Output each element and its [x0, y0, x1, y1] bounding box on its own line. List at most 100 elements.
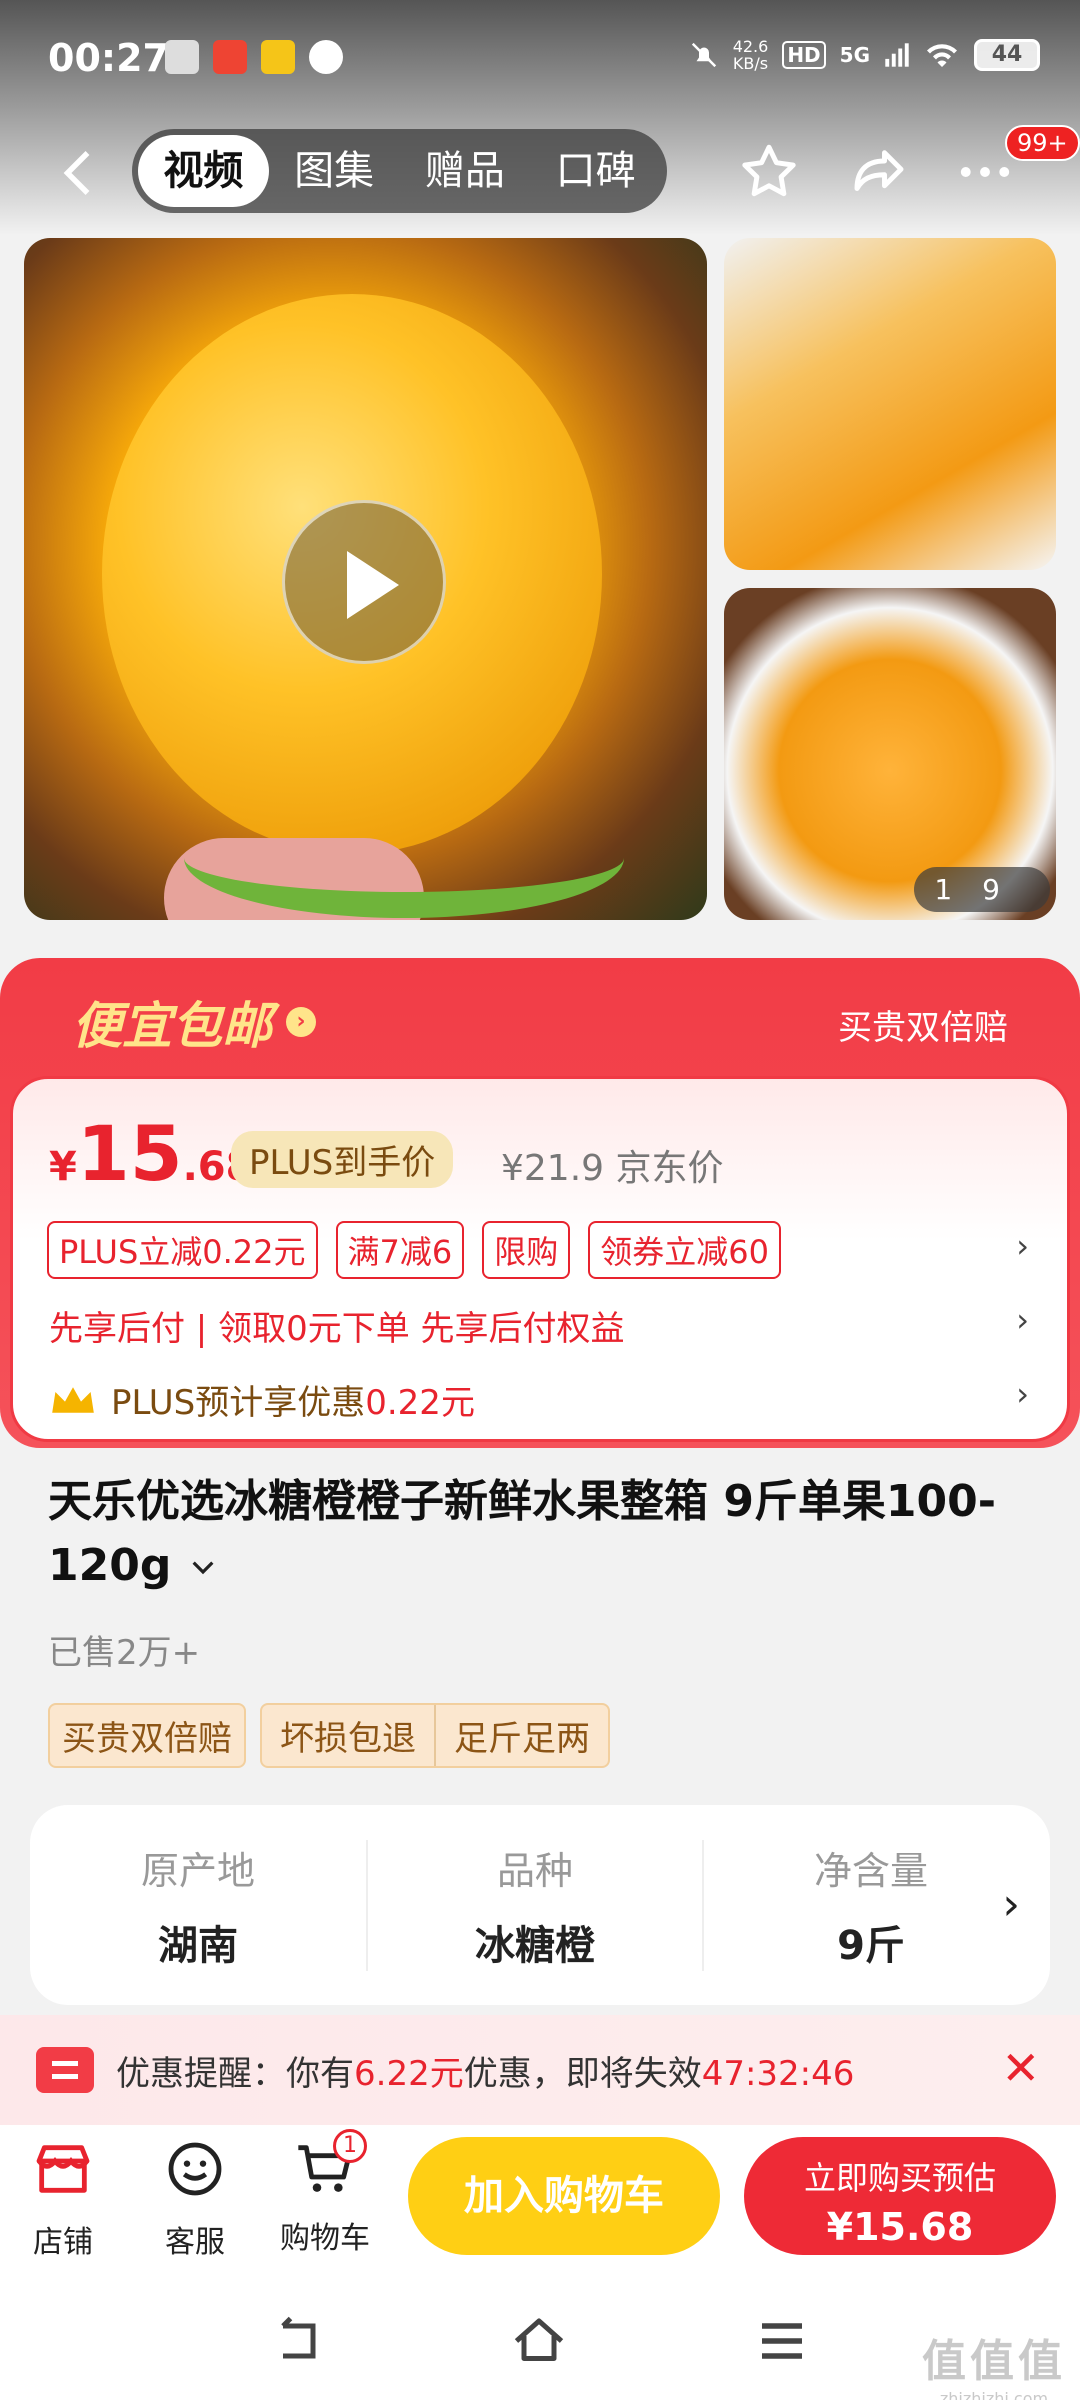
peel-image: [184, 798, 624, 918]
plus-save-label: PLUS预计享优惠: [111, 1383, 366, 1423]
service-tag: 坏损包退: [280, 1719, 416, 1759]
gallery-counter: 19: [914, 867, 1050, 912]
mute-bell-icon: [691, 42, 716, 68]
system-navigation-bar: 值值值 zhizhizhi.com: [0, 2285, 1080, 2400]
price-card: ¥ 15 .68 PLUS到手价 ¥21.9 京东价 PLUS立减0.22元 满…: [10, 1076, 1070, 1442]
main-video-thumbnail[interactable]: [24, 238, 707, 920]
buy-now-button[interactable]: 立即购买预估 ¥15.68: [744, 2137, 1056, 2255]
service-tag[interactable]: 买贵双倍赔: [48, 1703, 246, 1768]
watermark-main: 值值值: [922, 2336, 1066, 2387]
reminder-text: 优惠提醒：你有6.22元优惠，即将失效47:32:46: [116, 2046, 854, 2095]
add-to-cart-button[interactable]: 加入购物车: [408, 2137, 720, 2255]
status-bar: 00:27 42.6 KB/s HD 5G 44: [0, 0, 1080, 115]
chevron-right-icon[interactable]: ›: [1016, 1375, 1029, 1413]
watermark: 值值值 zhizhizhi.com: [922, 2325, 1066, 2400]
cart-button[interactable]: 1 购物车: [270, 2129, 380, 2257]
tab-reviews[interactable]: 口碑: [530, 135, 661, 207]
message-notification-icon: [309, 40, 343, 74]
tab-video[interactable]: 视频: [138, 135, 269, 207]
store-label: 店铺: [33, 2225, 93, 2260]
price-symbol: ¥: [49, 1144, 77, 1190]
spec-key: 品种: [496, 1848, 573, 1893]
spec-weight: 净含量 9斤: [702, 1839, 1038, 1971]
wifi-icon: [927, 44, 957, 67]
coupon-list[interactable]: PLUS立减0.22元 满7减6 限购 领券立减60: [47, 1221, 782, 1279]
product-title[interactable]: 天乐优选冰糖橙橙子新鲜水果整箱 9斤单果100-120g: [48, 1470, 1038, 1598]
spec-variety: 品种 冰糖橙: [366, 1839, 702, 1971]
spec-card[interactable]: 原产地 湖南 品种 冰糖橙 净含量 9斤 ›: [30, 1805, 1050, 2005]
gallery-counter-current: 1: [934, 873, 983, 906]
share-icon[interactable]: [846, 139, 912, 205]
status-time: 00:27: [48, 36, 169, 80]
coupon-item[interactable]: 限购: [482, 1221, 571, 1279]
crown-icon: [52, 1386, 94, 1413]
chevron-right-icon[interactable]: ›: [1016, 1301, 1029, 1339]
top-nav: 视频 图集 赠品 口碑 99+: [0, 125, 1080, 215]
system-back-icon[interactable]: [268, 2311, 328, 2371]
battery-indicator: 44: [974, 39, 1040, 71]
coupon-item[interactable]: 领券立减60: [588, 1221, 782, 1279]
spec-value: 冰糖橙: [475, 1922, 595, 1969]
back-arrow-icon[interactable]: [50, 143, 110, 203]
promo-section: 便宜包邮 › 买贵双倍赔 ¥ 15 .68 PLUS到手价 ¥21.9 京东价 …: [0, 958, 1080, 1448]
spec-key: 原产地: [140, 1848, 255, 1893]
spec-value: 湖南: [158, 1922, 238, 1969]
reminder-amount: 6.22元: [354, 2053, 464, 2094]
price-guarantee-label[interactable]: 买贵双倍赔: [838, 1000, 1008, 1049]
pay-later-row[interactable]: 先享后付 | 领取0元下单 先享后付权益: [49, 1301, 625, 1350]
plus-save-row[interactable]: PLUS预计享优惠0.22元: [49, 1375, 475, 1424]
watermark-sub: zhizhizhi.com: [939, 2389, 1049, 2400]
gallery-thumbnail-2[interactable]: 19: [724, 588, 1056, 920]
discount-reminder-bar[interactable]: 优惠提醒：你有6.22元优惠，即将失效47:32:46 ✕: [0, 2015, 1080, 2125]
app-notification-icon: [261, 40, 295, 74]
customer-service-button[interactable]: 客服: [140, 2137, 250, 2261]
coupon-item[interactable]: 满7减6: [335, 1221, 465, 1279]
sold-count: 已售2万+: [48, 1633, 201, 1673]
tab-gift[interactable]: 赠品: [400, 135, 531, 207]
close-icon[interactable]: ✕: [1001, 2041, 1040, 2095]
plus-save-amount: 0.22元: [365, 1383, 475, 1423]
system-home-icon[interactable]: [508, 2311, 570, 2371]
promo-title-text: 便宜包邮: [72, 997, 272, 1055]
chevron-right-icon[interactable]: ›: [1016, 1227, 1029, 1265]
cart-label: 购物车: [280, 2221, 370, 2256]
hd-icon: HD: [782, 41, 826, 69]
chevron-right-icon: ›: [286, 1007, 316, 1037]
jd-app-notification-icon: [213, 40, 247, 74]
gallery-counter-total: 9: [982, 873, 1030, 906]
jd-price: ¥21.9 京东价: [501, 1148, 724, 1189]
service-tags[interactable]: 买贵双倍赔 坏损包退 足斤足两: [48, 1703, 610, 1768]
media-tabs: 视频 图集 赠品 口碑: [132, 129, 667, 213]
network-type: 5G: [839, 43, 870, 67]
play-button-icon[interactable]: [282, 500, 446, 664]
network-speed-value: 42.6: [732, 37, 769, 56]
cart-icon-wrap: 1: [293, 2129, 367, 2201]
promo-title[interactable]: 便宜包邮 ›: [72, 986, 316, 1058]
spec-value: 9斤: [837, 1922, 905, 1969]
service-tag-group[interactable]: 坏损包退 足斤足两: [260, 1703, 610, 1768]
chevron-down-icon[interactable]: [187, 1556, 219, 1580]
tab-gallery[interactable]: 图集: [269, 135, 400, 207]
store-button[interactable]: 店铺: [8, 2137, 118, 2261]
signal-icon: [885, 43, 909, 67]
customer-service-icon: [168, 2142, 222, 2196]
network-speed-unit: KB/s: [732, 54, 769, 73]
gallery-thumbnail-1[interactable]: [724, 238, 1056, 570]
chevron-right-icon[interactable]: ›: [1002, 1879, 1020, 1930]
coupon-item[interactable]: PLUS立减0.22元: [47, 1221, 318, 1279]
reminder-countdown: 47:32:46: [701, 2053, 855, 2094]
status-right: 42.6 KB/s HD 5G 44: [689, 38, 1040, 72]
customer-service-label: 客服: [165, 2225, 225, 2260]
notification-icons: [165, 40, 343, 74]
cart-count-badge: 1: [333, 2129, 367, 2163]
coupon-icon: [36, 2047, 94, 2093]
reminder-prefix: 优惠提醒：你有: [116, 2053, 354, 2094]
spec-key: 净含量: [813, 1848, 928, 1893]
buy-now-label: 立即购买预估: [803, 2159, 996, 2197]
system-menu-icon[interactable]: [752, 2311, 812, 2371]
plus-price: ¥ 15 .68: [49, 1109, 253, 1198]
favorite-star-icon[interactable]: [736, 139, 802, 205]
network-speed: 42.6 KB/s: [733, 38, 769, 72]
buy-now-price: ¥15.68: [826, 2205, 974, 2249]
service-tag: 足斤足两: [434, 1705, 608, 1766]
